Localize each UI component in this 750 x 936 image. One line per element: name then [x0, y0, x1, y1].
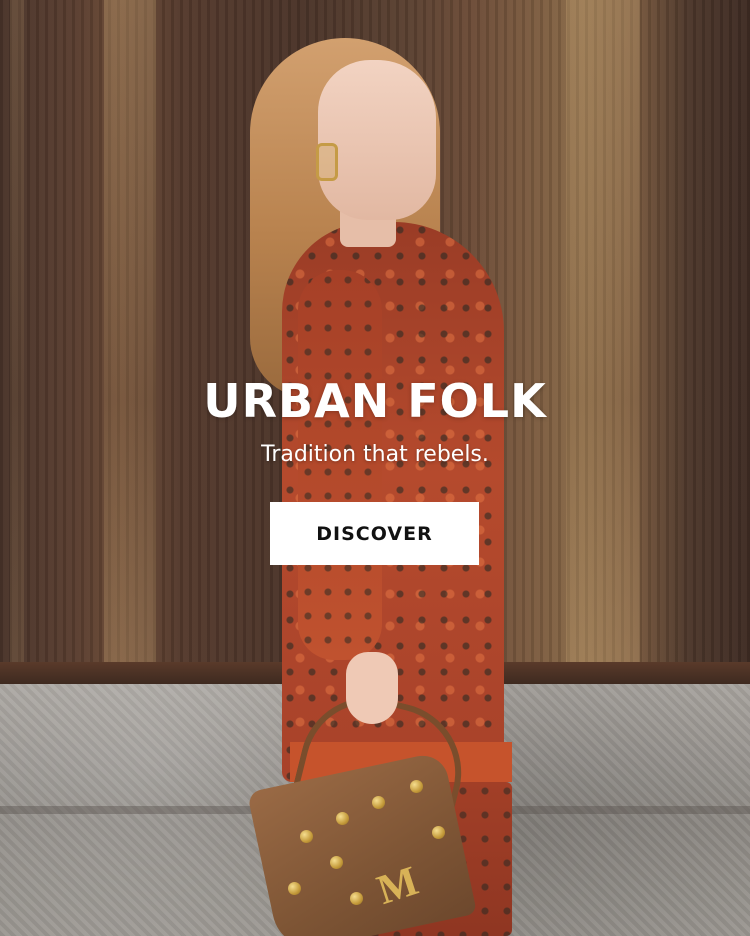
hero-subtitle: Tradition that rebels.	[261, 442, 489, 467]
discover-button[interactable]: DISCOVER	[270, 502, 479, 565]
hero-banner[interactable]: M URBAN FOLK Tradition that rebels. DISC…	[0, 0, 750, 936]
hero-title: URBAN FOLK	[203, 374, 547, 428]
hero-overlay: URBAN FOLK Tradition that rebels. DISCOV…	[0, 0, 750, 936]
